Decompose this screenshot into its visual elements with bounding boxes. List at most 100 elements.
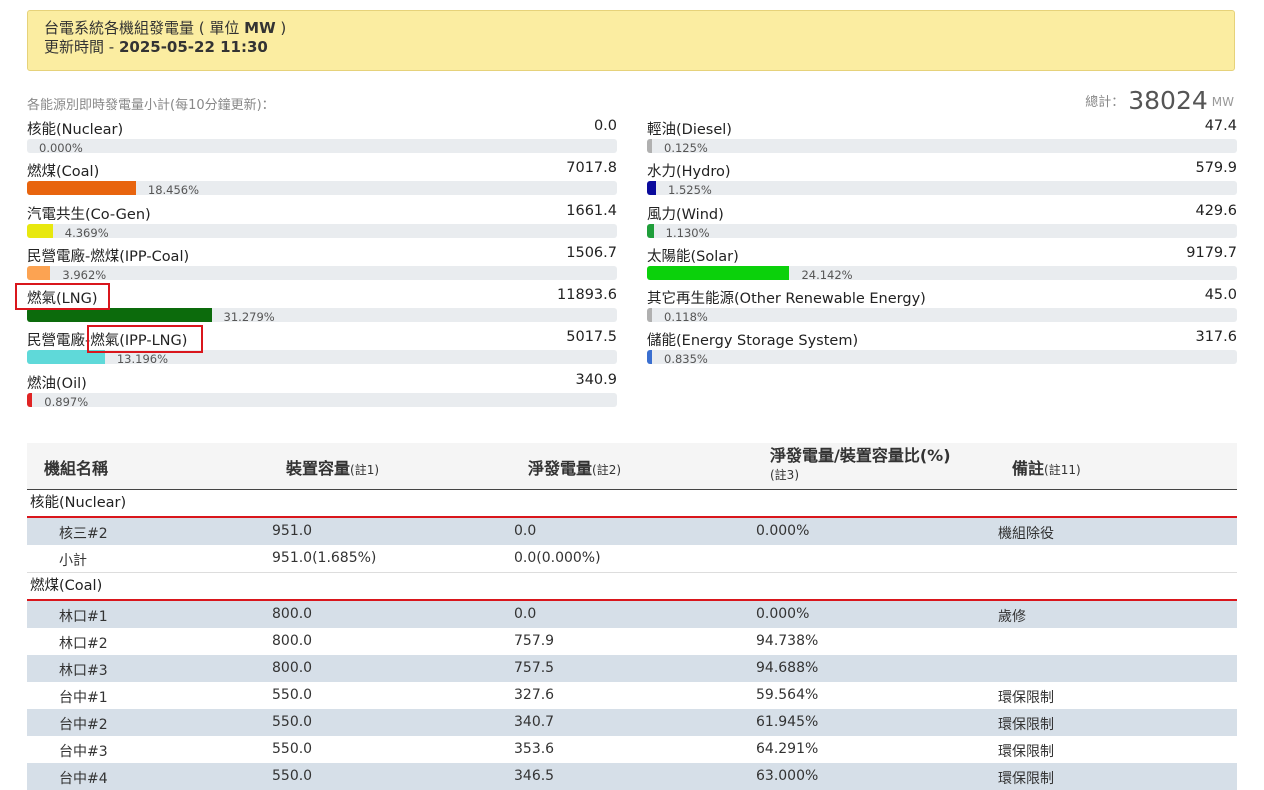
table-cell-net: 757.9 — [514, 633, 555, 649]
energy-share-fill — [27, 181, 136, 196]
energy-share-percent: 1.130% — [665, 225, 710, 240]
energy-share-bar — [647, 350, 1237, 365]
title-unit: MW — [244, 19, 276, 37]
table-cell-unit: 核三#2 — [59, 526, 108, 542]
energy-source-list-right: 輕油(Diesel) 47.4 0.125% 水力(Hydro) 579.9 1.525%… — [647, 118, 1237, 372]
energy-source-value: 1506.7 — [566, 244, 617, 261]
table-cell-capacity: 951.0(1.685%) — [272, 550, 377, 566]
net-note: (註2) — [592, 463, 622, 477]
table-cell-net: 0.0 — [514, 606, 537, 622]
energy-share-fill — [647, 265, 790, 280]
energy-share-fill — [27, 308, 212, 323]
remark-header-text: 備註 — [1012, 459, 1045, 478]
ratio-note: (註3) — [770, 468, 799, 482]
energy-share-fill — [647, 308, 652, 323]
table-cell-net: 353.6 — [514, 741, 555, 757]
energy-source-name: 民營電廠-燃煤(IPP-Coal) — [27, 248, 190, 265]
energy-source-list-left: 核能(Nuclear) 0.0 0.000% 燃煤(Coal) 7017.8 18.456… — [27, 118, 617, 414]
table-cell-unit: 台中#2 — [59, 717, 108, 733]
table-cell-net: 757.5 — [514, 660, 555, 676]
table-row: 台中#4 550.0 346.5 63.000% 環保限制 — [27, 763, 1237, 790]
energy-share-fill — [647, 223, 654, 238]
table-cell-capacity: 800.0 — [272, 606, 313, 622]
col-header-ratio[interactable]: 淨發電量/裝置容量比(%) (註3) — [770, 447, 951, 484]
energy-source-item: 儲能(Energy Storage System) 317.6 0.835% — [647, 329, 1237, 371]
table-header: 機組名稱 裝置容量(註1) 淨發電量(註2) 淨發電量/裝置容量比(%) (註3)… — [27, 443, 1237, 490]
energy-share-percent: 3.962% — [62, 267, 107, 282]
total-value: 38024 — [1128, 86, 1208, 115]
table-cell-remark: 環保限制 — [998, 744, 1054, 760]
energy-share-fill — [647, 181, 656, 196]
col-header-capacity[interactable]: 裝置容量(註1) — [286, 455, 379, 479]
table-cell-unit: 小計 — [59, 553, 87, 569]
remark-note: (註11) — [1044, 463, 1081, 477]
total-label: 總計： — [1085, 95, 1125, 110]
energy-source-name: 核能(Nuclear) — [27, 122, 124, 138]
energy-source-value: 7017.8 — [566, 160, 617, 177]
total-unit: MW — [1211, 95, 1234, 109]
energy-share-fill — [27, 223, 53, 238]
table-row: 台中#3 550.0 353.6 64.291% 環保限制 — [27, 736, 1237, 763]
energy-source-value: 429.6 — [1195, 202, 1237, 219]
table-cell-remark: 歲修 — [998, 609, 1026, 625]
table-row: 台中#2 550.0 340.7 61.945% 環保限制 — [27, 709, 1237, 736]
total-display: 總計： 38024 MW — [1085, 86, 1234, 115]
col-header-unit-name[interactable]: 機組名稱 — [44, 455, 108, 479]
table-cell-unit: 林口#1 — [59, 609, 108, 625]
energy-source-item: 民營電廠-燃煤(IPP-Coal) 1506.7 3.962% — [27, 245, 617, 287]
table-group-header: 燃煤(Coal) — [27, 573, 1237, 601]
energy-source-name: 汽電共生(Co-Gen) — [27, 206, 151, 223]
energy-source-item: 風力(Wind) 429.6 1.130% — [647, 203, 1237, 245]
energy-share-bar — [27, 265, 617, 280]
energy-share-bar — [27, 223, 617, 238]
energy-source-value: 317.6 — [1195, 329, 1237, 346]
energy-source-name: 輕油(Diesel) — [647, 122, 732, 138]
table-cell-unit: 林口#3 — [59, 663, 108, 679]
energy-source-name: 水力(Hydro) — [647, 164, 731, 181]
energy-source-item: 核能(Nuclear) 0.0 0.000% — [27, 118, 617, 160]
table-row: 核三#2 951.0 0.0 0.000% 機組除役 — [27, 518, 1237, 545]
energy-source-item: 輕油(Diesel) 47.4 0.125% — [647, 118, 1237, 160]
energy-share-percent: 1.525% — [667, 183, 712, 198]
col-header-remark[interactable]: 備註(註11) — [1012, 455, 1081, 479]
title-suffix: ) — [275, 19, 287, 37]
energy-share-fill — [647, 139, 652, 153]
energy-share-percent: 4.369% — [64, 225, 109, 240]
energy-share-bar — [27, 308, 617, 323]
energy-source-item: 汽電共生(Co-Gen) 1661.4 4.369% — [27, 203, 617, 245]
energy-share-bar — [647, 308, 1237, 323]
energy-share-percent: 0.118% — [664, 310, 708, 325]
energy-source-name: 儲能(Energy Storage System) — [647, 333, 859, 350]
update-label: 更新時間 - — [44, 38, 119, 56]
col-header-net[interactable]: 淨發電量(註2) — [528, 455, 621, 479]
table-cell-remark: 環保限制 — [998, 771, 1054, 787]
table-cell-capacity: 800.0 — [272, 633, 313, 649]
energy-source-name: 燃煤(Coal) — [27, 164, 100, 181]
energy-source-item: 燃氣(LNG) 11893.6 31.279% — [27, 287, 617, 329]
table-cell-remark: 環保限制 — [998, 690, 1054, 706]
energy-source-value: 0.0 — [593, 118, 617, 134]
energy-source-item: 水力(Hydro) 579.9 1.525% — [647, 160, 1237, 202]
energy-share-bar — [27, 392, 617, 407]
table-row: 林口#2 800.0 757.9 94.738% — [27, 628, 1237, 655]
table-cell-ratio: 0.000% — [756, 606, 810, 622]
table-subtotal-row: 小計 951.0(1.685%) 0.0(0.000%) — [27, 545, 1237, 573]
energy-source-name: 燃油(Oil) — [27, 375, 87, 392]
energy-share-fill — [647, 350, 652, 365]
table-cell-ratio: 94.688% — [756, 660, 819, 676]
table-row: 林口#3 800.0 757.5 94.688% — [27, 655, 1237, 682]
energy-share-percent: 31.279% — [223, 310, 275, 325]
energy-share-percent: 24.142% — [801, 267, 853, 282]
title-banner: 台電系統各機組發電量 ( 單位 MW ) 更新時間 - 2025-05-22 1… — [27, 10, 1235, 71]
energy-share-percent: 18.456% — [147, 183, 200, 198]
table-cell-capacity: 951.0 — [272, 523, 313, 539]
table-cell-unit: 台中#1 — [59, 690, 108, 706]
table-row: 台中#1 550.0 327.6 59.564% 環保限制 — [27, 682, 1237, 709]
energy-share-bar — [27, 139, 617, 153]
table-cell-ratio: 59.564% — [756, 687, 819, 703]
energy-source-value: 579.9 — [1195, 160, 1237, 177]
highlight-box-ipp-lng — [87, 325, 203, 353]
energy-source-value: 1661.4 — [566, 202, 617, 219]
table-cell-capacity: 550.0 — [272, 687, 313, 703]
title-text: 台電系統各機組發電量 ( 單位 — [44, 19, 245, 37]
